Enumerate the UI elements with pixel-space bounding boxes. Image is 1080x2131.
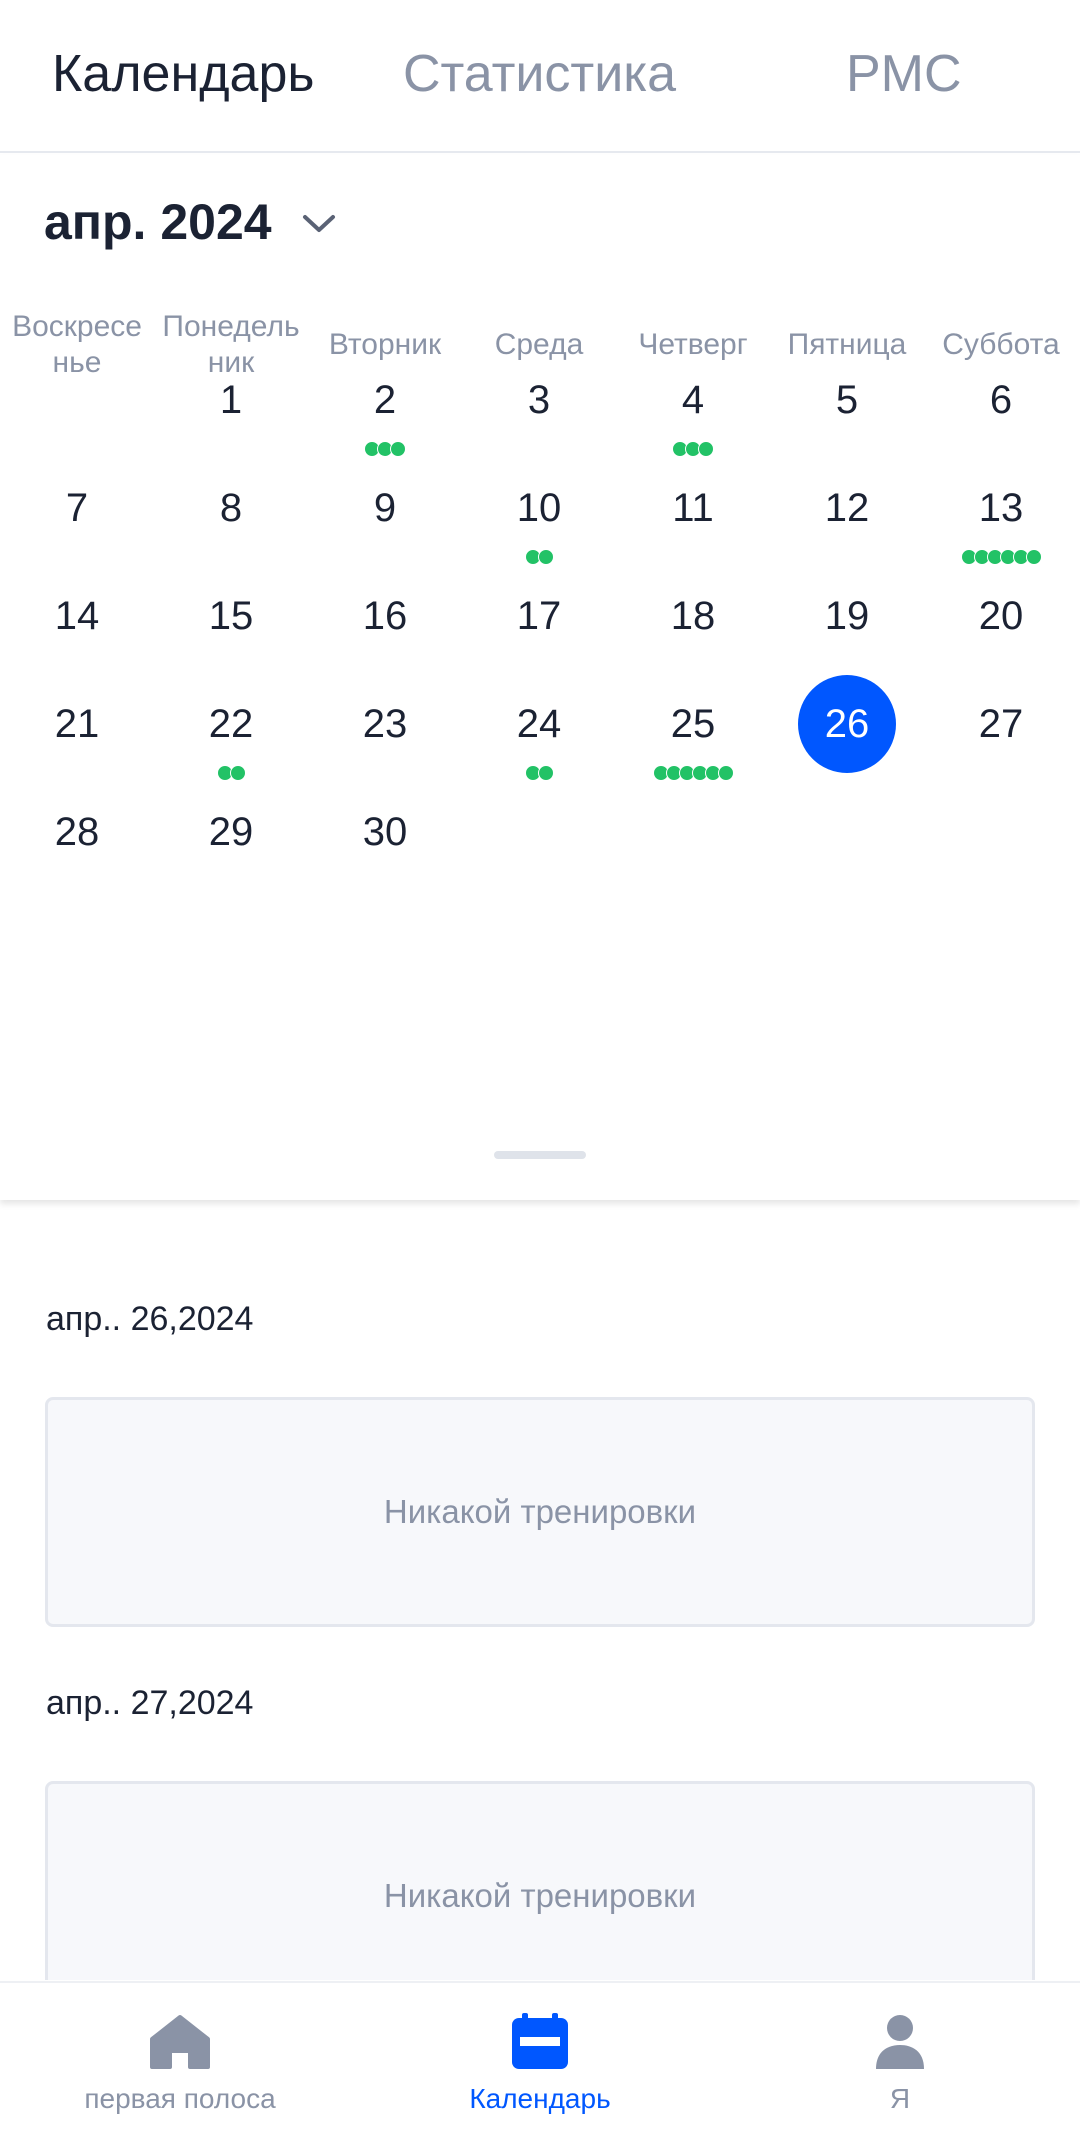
- day-number: 16: [362, 594, 408, 638]
- day-number: 1: [219, 378, 243, 422]
- day-number: 18: [670, 594, 716, 638]
- day-number: 13: [978, 486, 1024, 530]
- day-number: 7: [65, 486, 89, 530]
- workout-indicator: [616, 441, 770, 459]
- day-number: 21: [54, 702, 100, 746]
- date-heading: апр.. 27,2024: [46, 1684, 254, 1722]
- workout-dot: [537, 549, 554, 565]
- workout-dot: [717, 765, 734, 781]
- day-number: 12: [824, 486, 870, 530]
- day-number: 9: [373, 486, 397, 530]
- workout-indicator: [924, 549, 1078, 567]
- day-number: 11: [672, 486, 714, 530]
- tab-statistics[interactable]: Статистика: [403, 44, 676, 104]
- top-tab-bar: Календарь Статистика PMC: [0, 0, 1080, 153]
- day-number: 2: [373, 378, 397, 422]
- workout-dot: [229, 765, 246, 781]
- workout-indicator: [616, 765, 770, 783]
- bottom-nav: первая полоса Календарь Я: [0, 1981, 1080, 2131]
- nav-home-label: первая полоса: [84, 2083, 276, 2114]
- workout-dot: [1025, 549, 1042, 565]
- workout-card[interactable]: Никакой тренировки: [45, 1781, 1035, 1980]
- calendar-day[interactable]: 26: [770, 674, 924, 814]
- workout-card[interactable]: Никакой тренировки: [45, 1397, 1035, 1627]
- chevron-down-icon: [302, 215, 335, 232]
- day-number: 25: [670, 702, 716, 746]
- day-number: 17: [516, 594, 562, 638]
- day-number: 30: [362, 810, 408, 854]
- no-workout-text: Никакой тренировки: [383, 1493, 697, 1530]
- day-number: 10: [516, 486, 562, 530]
- home-icon: [150, 2015, 210, 2069]
- nav-calendar[interactable]: Календарь: [360, 1983, 720, 2131]
- date-heading: апр.. 26,2024: [46, 1300, 254, 1338]
- day-number: 6: [989, 378, 1013, 422]
- drag-handle[interactable]: [494, 1151, 586, 1159]
- workout-indicator: [462, 549, 616, 567]
- workout-dot: [390, 441, 406, 457]
- no-workout-text: Никакой тренировки: [383, 1877, 697, 1914]
- day-number: 5: [835, 378, 859, 422]
- workout-dot: [698, 441, 714, 457]
- day-number: 20: [978, 594, 1024, 638]
- calendar-day[interactable]: 30: [308, 782, 462, 922]
- workout-indicator: [462, 765, 616, 783]
- day-number: 14: [54, 594, 100, 638]
- tab-pmc[interactable]: PMC: [846, 44, 962, 104]
- day-number: 15: [208, 594, 254, 638]
- day-number: 28: [54, 810, 100, 854]
- day-number: 24: [516, 702, 562, 746]
- calendar-icon: [512, 2013, 568, 2069]
- workout-dot: [537, 765, 554, 781]
- day-number: 27: [978, 702, 1024, 746]
- day-number: 3: [527, 378, 551, 422]
- workout-indicator: [308, 441, 462, 459]
- calendar-day[interactable]: 28: [0, 782, 154, 922]
- day-number: 8: [219, 486, 243, 530]
- nav-profile[interactable]: Я: [720, 1983, 1080, 2131]
- day-number: 22: [208, 702, 254, 746]
- day-number: 23: [362, 702, 408, 746]
- calendar-panel: апр. 2024 Воскресе нье Понедель ник Вторник С…: [0, 155, 1080, 1200]
- day-number: 19: [824, 594, 870, 638]
- calendar-day[interactable]: 29: [154, 782, 308, 922]
- workout-indicator: [154, 765, 308, 783]
- workout-list: апр.. 26,2024 Никакой тренировки апр.. 2…: [0, 1200, 1080, 1980]
- day-number: 29: [208, 810, 254, 854]
- month-label: апр. 2024: [44, 194, 272, 250]
- nav-calendar-label: Календарь: [469, 2083, 611, 2114]
- tab-calendar[interactable]: Календарь: [52, 44, 314, 104]
- calendar-day[interactable]: 25: [616, 674, 770, 814]
- calendar-day[interactable]: 24: [462, 674, 616, 814]
- profile-icon: [876, 2015, 924, 2069]
- weekday-label: Воскресе нье: [12, 310, 142, 379]
- month-selector[interactable]: апр. 2024: [44, 193, 336, 251]
- day-number: 4: [681, 378, 705, 422]
- nav-home[interactable]: первая полоса: [0, 1983, 360, 2131]
- nav-profile-label: Я: [889, 2083, 911, 2114]
- calendar-day[interactable]: 27: [924, 674, 1078, 814]
- day-number: 26: [824, 702, 870, 746]
